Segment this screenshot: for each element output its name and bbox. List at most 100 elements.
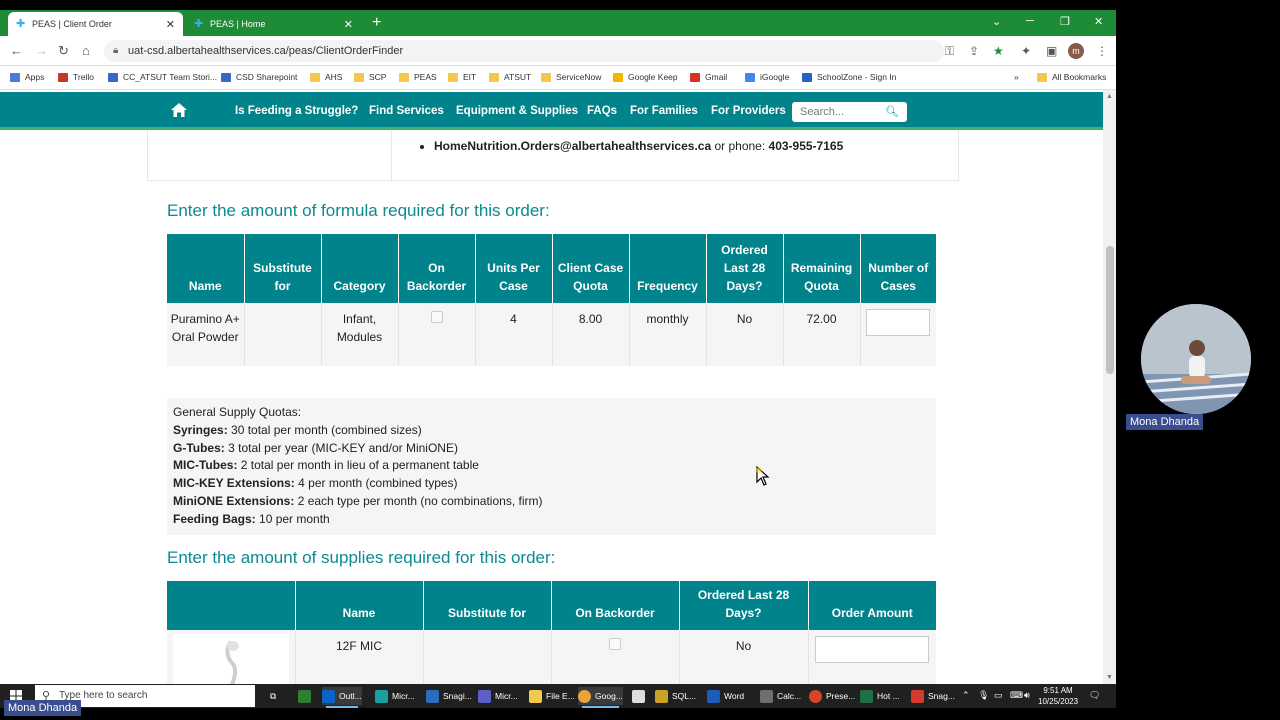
cell-number-of-cases <box>860 303 936 366</box>
quota-item: MIC-Tubes: 2 total per month in lieu of … <box>173 458 479 473</box>
site-search-input[interactable]: Search... 🔍︎ <box>792 102 907 122</box>
new-tab-icon[interactable]: + <box>372 14 381 32</box>
taskbar-app-powerpoint[interactable]: Prese... <box>809 687 855 705</box>
system-clock[interactable]: 9:51 AM 10/25/2023 <box>1038 685 1078 707</box>
col-ordered-last-28: Ordered Last 28 Days? <box>706 234 784 303</box>
nav-feeding-struggle[interactable]: Is Feeding a Struggle? <box>235 105 358 117</box>
taskbar-app-outlook[interactable]: Outl... <box>322 687 362 708</box>
minimize-icon[interactable]: ─ <box>1026 15 1034 27</box>
bookmark-csd-sharepoint[interactable]: CSD Sharepoint <box>221 72 297 82</box>
taskbar-app-calculator[interactable]: Calc... <box>760 687 801 705</box>
webcam-name-label: Mona Dhanda <box>1126 414 1204 430</box>
contact-email[interactable]: HomeNutrition.Orders@albertahealthservic… <box>434 139 711 153</box>
bookmark-peas[interactable]: PEAS <box>399 72 437 82</box>
bookmark-ahs[interactable]: AHS <box>310 72 342 82</box>
google-icon <box>745 72 755 82</box>
powerpoint-icon <box>809 689 822 703</box>
teams-icon <box>478 689 491 703</box>
tray-chevron-icon[interactable]: ⌃ <box>962 690 970 701</box>
bookmark-all-bookmarks[interactable]: All Bookmarks <box>1037 72 1106 82</box>
nav-faqs[interactable]: FAQs <box>587 105 617 117</box>
notifications-icon[interactable]: 🗨︎ <box>1089 690 1100 701</box>
taskbar-app-store[interactable] <box>298 687 315 705</box>
taskbar-app-chrome[interactable]: Goog... <box>578 687 623 708</box>
side-panel-icon[interactable]: ▣ <box>1046 44 1057 58</box>
calculator-icon <box>760 689 773 703</box>
close-tab-icon[interactable]: ✕ <box>344 18 353 31</box>
browser-menu-icon[interactable]: ⋮ <box>1096 44 1108 58</box>
app-icon <box>298 689 311 703</box>
quota-item: MiniONE Extensions: 2 each type per mont… <box>173 493 543 508</box>
close-tab-icon[interactable]: ✕ <box>166 18 175 31</box>
col-category: Category <box>321 234 399 303</box>
peas-favicon-icon: ✚ <box>194 18 204 30</box>
cell-substitute-for <box>244 303 322 366</box>
cell-remaining-quota: 72.00 <box>783 303 861 366</box>
cell-name: 12F MIC <box>295 630 424 684</box>
bookmark-star-icon[interactable]: ★ <box>993 44 1004 58</box>
clock-date: 10/25/2023 <box>1038 697 1079 706</box>
backorder-checkbox[interactable] <box>609 638 621 650</box>
taskbar-app-excel[interactable]: Hot ... <box>860 687 900 705</box>
tab-search-icon[interactable]: ⌄ <box>992 15 1001 28</box>
url-text: uat-csd.albertahealthservices.ca/peas/Cl… <box>128 45 404 57</box>
profile-avatar[interactable]: m <box>1068 43 1084 59</box>
more-bookmarks-icon[interactable]: » <box>1014 72 1019 82</box>
tab-client-order[interactable]: ✚ PEAS | Client Order ✕ <box>8 12 183 36</box>
col-substitute-for: Substitute for <box>423 581 552 630</box>
order-amount-input[interactable] <box>815 636 930 663</box>
taskbar-app-snagit[interactable]: Snagi... <box>426 687 472 705</box>
bookmark-google-keep[interactable]: Google Keep <box>613 72 678 82</box>
volume-icon[interactable]: 🔊︎ <box>1024 690 1030 701</box>
scrollbar-thumb[interactable] <box>1106 246 1114 374</box>
bookmark-eit[interactable]: EIT <box>448 72 476 82</box>
nav-equipment-supplies[interactable]: Equipment & Supplies <box>456 105 578 117</box>
taskbar-app-snagit-editor[interactable]: Snag... <box>911 687 955 705</box>
bookmark-schoolzone[interactable]: SchoolZone - Sign In <box>802 72 896 82</box>
nav-for-families[interactable]: For Families <box>630 105 698 117</box>
bookmark-servicenow[interactable]: ServiceNow <box>541 72 601 82</box>
bookmark-atsut[interactable]: ATSUT <box>489 72 531 82</box>
forward-icon[interactable]: → <box>35 43 48 58</box>
taskbar-app-edge[interactable]: Micr... <box>375 687 415 705</box>
tab-title: PEAS | Home <box>210 19 266 29</box>
nav-find-services[interactable]: Find Services <box>369 105 444 117</box>
password-key-icon[interactable]: ⚿ <box>945 44 954 59</box>
contact-item: HomeNutrition.Orders@albertahealthservic… <box>434 139 843 153</box>
search-icon[interactable]: 🔍︎ <box>885 102 899 122</box>
reload-icon[interactable]: ↻ <box>58 43 69 59</box>
col-on-backorder: On Backorder <box>551 581 680 630</box>
home-browser-icon[interactable]: ⌂ <box>82 43 90 58</box>
page-scrollbar[interactable]: ▲ ▼ <box>1103 90 1116 684</box>
taskbar-app-gmail[interactable] <box>632 687 649 705</box>
backorder-checkbox[interactable] <box>430 311 443 323</box>
bookmark-apps[interactable]: Apps <box>10 72 44 82</box>
close-window-icon[interactable]: ✕ <box>1094 15 1103 28</box>
bookmark-trello[interactable]: Trello <box>58 72 94 82</box>
microphone-icon[interactable]: 🎙︎ <box>978 690 989 701</box>
bookmark-gmail[interactable]: Gmail <box>690 72 727 82</box>
extensions-icon[interactable]: ✦ <box>1021 44 1031 58</box>
taskbar-app-sql[interactable]: SQL... <box>655 687 696 705</box>
taskbar-app-file-explorer[interactable]: File E... <box>529 687 575 705</box>
taskbar-app-word[interactable]: Word <box>707 687 744 705</box>
battery-icon[interactable]: ▭ <box>994 690 1003 701</box>
number-of-cases-input[interactable] <box>866 309 931 336</box>
formula-table: Name Substitute for Category On Backorde… <box>167 234 936 366</box>
share-icon[interactable]: ⇪ <box>969 44 979 58</box>
bookmark-scp[interactable]: SCP <box>354 72 386 82</box>
word-icon <box>707 689 720 703</box>
bookmark-cc-atsut[interactable]: CC_ATSUT Team Stori... <box>108 72 217 82</box>
home-icon[interactable] <box>170 102 188 118</box>
scroll-up-icon[interactable]: ▲ <box>1106 93 1113 100</box>
bookmark-igoogle[interactable]: iGoogle <box>745 72 789 82</box>
tab-home[interactable]: ✚ PEAS | Home ✕ <box>186 12 361 36</box>
network-icon[interactable]: ⌨ <box>1010 690 1023 701</box>
nav-for-providers[interactable]: For Providers <box>711 105 786 117</box>
task-view-icon[interactable]: ⧉ <box>270 687 276 705</box>
taskbar-app-teams[interactable]: Micr... <box>478 687 518 705</box>
back-icon[interactable]: ← <box>10 43 23 58</box>
restore-icon[interactable]: ❐ <box>1060 15 1070 28</box>
url-field[interactable]: 🔒︎ uat-csd.albertahealthservices.ca/peas… <box>104 40 944 62</box>
scroll-down-icon[interactable]: ▼ <box>1106 674 1113 681</box>
